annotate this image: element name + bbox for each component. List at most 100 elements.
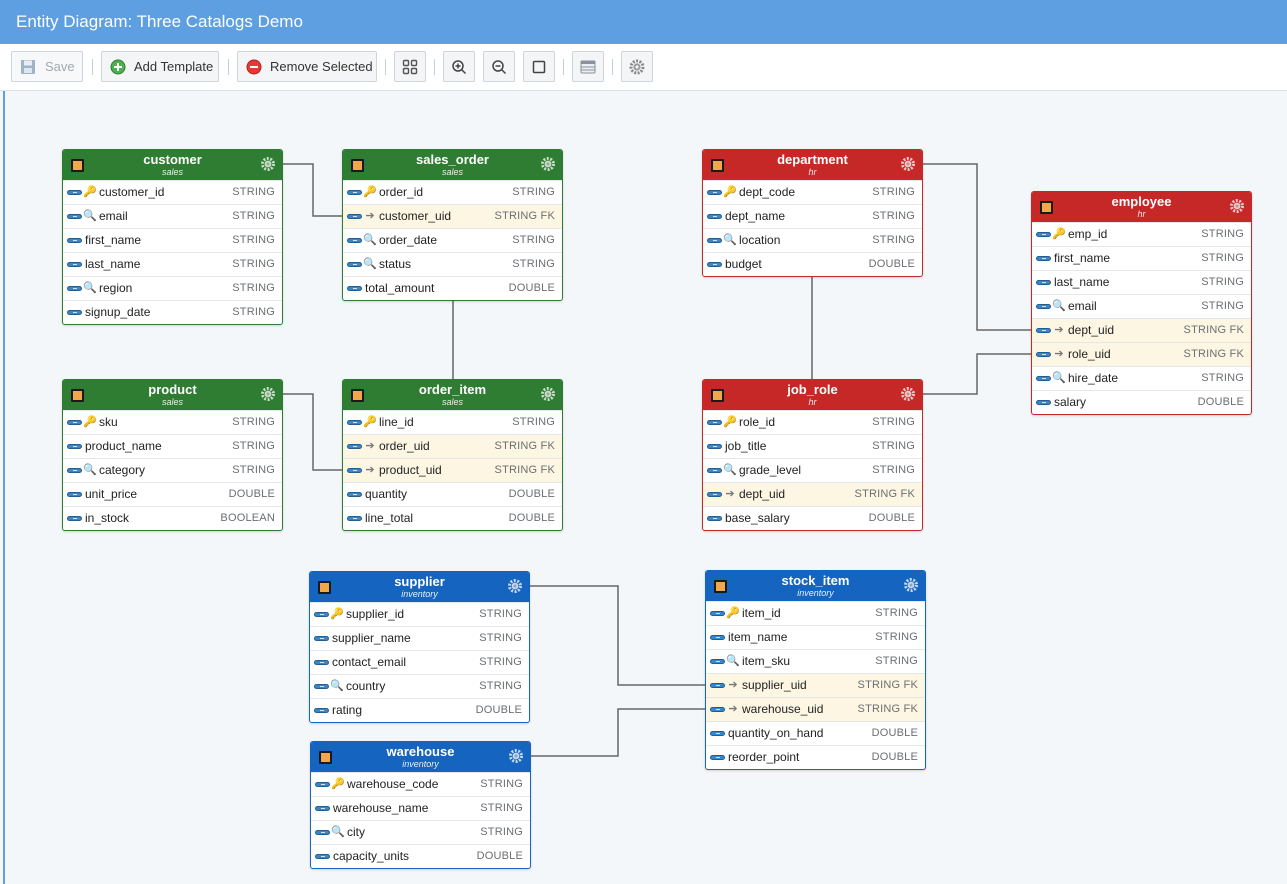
entity-header[interactable]: department hr <box>703 150 922 180</box>
connector-port-icon[interactable] <box>315 830 330 835</box>
entity-customer[interactable]: customer sales 🔑 customer_id STRING 🔍 email STR… <box>62 149 283 325</box>
connector-port-icon[interactable] <box>1036 256 1051 261</box>
field-row[interactable]: 🔍 location STRING <box>703 228 922 252</box>
field-row[interactable]: first_name STRING <box>63 228 282 252</box>
connector-port-icon[interactable] <box>1036 352 1051 357</box>
connector-port-icon[interactable] <box>67 238 82 243</box>
settings-button[interactable] <box>621 51 653 82</box>
entity-settings-gear-icon[interactable] <box>540 156 556 172</box>
connector-port-icon[interactable] <box>314 684 329 689</box>
connector-port-icon[interactable] <box>314 708 329 713</box>
connector-port-icon[interactable] <box>67 444 82 449</box>
field-row[interactable]: ➔ order_uid STRING FK <box>343 434 562 458</box>
connector-port-icon[interactable] <box>710 755 725 760</box>
field-row[interactable]: contact_email STRING <box>310 650 529 674</box>
entity-header[interactable]: warehouse inventory <box>311 742 530 772</box>
entity-header[interactable]: order_item sales <box>343 380 562 410</box>
field-row[interactable]: reorder_point DOUBLE <box>706 745 925 769</box>
field-row[interactable]: supplier_name STRING <box>310 626 529 650</box>
connector-port-icon[interactable] <box>1036 400 1051 405</box>
entity-header[interactable]: stock_item inventory <box>706 571 925 601</box>
field-row[interactable]: 🔑 customer_id STRING <box>63 180 282 204</box>
connector-port-icon[interactable] <box>707 262 722 267</box>
field-row[interactable]: 🔑 supplier_id STRING <box>310 602 529 626</box>
connector-port-icon[interactable] <box>710 659 725 664</box>
connector-port-icon[interactable] <box>347 420 362 425</box>
connector-port-icon[interactable] <box>707 190 722 195</box>
connector-port-icon[interactable] <box>707 444 722 449</box>
field-row[interactable]: 🔑 dept_code STRING <box>703 180 922 204</box>
field-row[interactable]: 🔍 region STRING <box>63 276 282 300</box>
field-row[interactable]: job_title STRING <box>703 434 922 458</box>
connector-port-icon[interactable] <box>314 636 329 641</box>
connector-port-icon[interactable] <box>315 782 330 787</box>
save-button[interactable]: Save <box>11 51 83 82</box>
field-row[interactable]: 🔑 role_id STRING <box>703 410 922 434</box>
field-row[interactable]: 🔍 grade_level STRING <box>703 458 922 482</box>
field-row[interactable]: budget DOUBLE <box>703 252 922 276</box>
entity-stock-item[interactable]: stock_item inventory 🔑 item_id STRING item_na… <box>705 570 926 770</box>
field-row[interactable]: item_name STRING <box>706 625 925 649</box>
connector-port-icon[interactable] <box>67 190 82 195</box>
entity-job-role[interactable]: job_role hr 🔑 role_id STRING job_title STRING 🔍… <box>702 379 923 531</box>
entity-header[interactable]: employee hr <box>1032 192 1251 222</box>
entity-settings-gear-icon[interactable] <box>903 577 919 593</box>
field-row[interactable]: 🔑 order_id STRING <box>343 180 562 204</box>
connector-port-icon[interactable] <box>707 214 722 219</box>
field-row[interactable]: in_stock BOOLEAN <box>63 506 282 530</box>
entity-settings-gear-icon[interactable] <box>900 386 916 402</box>
field-row[interactable]: base_salary DOUBLE <box>703 506 922 530</box>
field-row[interactable]: 🔍 status STRING <box>343 252 562 276</box>
field-row[interactable]: ➔ warehouse_uid STRING FK <box>706 697 925 721</box>
connector-port-icon[interactable] <box>315 806 330 811</box>
connector-port-icon[interactable] <box>314 612 329 617</box>
field-row[interactable]: ➔ role_uid STRING FK <box>1032 342 1251 366</box>
connector-port-icon[interactable] <box>347 444 362 449</box>
connector-port-icon[interactable] <box>707 492 722 497</box>
field-row[interactable]: last_name STRING <box>63 252 282 276</box>
connector-port-icon[interactable] <box>347 214 362 219</box>
field-row[interactable]: first_name STRING <box>1032 246 1251 270</box>
connector-port-icon[interactable] <box>67 286 82 291</box>
field-row[interactable]: 🔑 item_id STRING <box>706 601 925 625</box>
connector-port-icon[interactable] <box>1036 328 1051 333</box>
entity-supplier[interactable]: supplier inventory 🔑 supplier_id STRING suppl… <box>309 571 530 723</box>
entity-settings-gear-icon[interactable] <box>507 578 523 594</box>
connector-port-icon[interactable] <box>707 238 722 243</box>
field-row[interactable]: 🔑 sku STRING <box>63 410 282 434</box>
connector-port-icon[interactable] <box>347 262 362 267</box>
field-row[interactable]: 🔍 city STRING <box>311 820 530 844</box>
field-row[interactable]: ➔ dept_uid STRING FK <box>703 482 922 506</box>
remove-selected-button[interactable]: Remove Selected <box>237 51 377 82</box>
connector-port-icon[interactable] <box>707 516 722 521</box>
entity-header[interactable]: job_role hr <box>703 380 922 410</box>
connector-port-icon[interactable] <box>67 468 82 473</box>
field-row[interactable]: signup_date STRING <box>63 300 282 324</box>
table-view-button[interactable] <box>572 51 604 82</box>
auto-layout-button[interactable] <box>394 51 426 82</box>
connector-port-icon[interactable] <box>347 492 362 497</box>
field-row[interactable]: 🔍 country STRING <box>310 674 529 698</box>
field-row[interactable]: salary DOUBLE <box>1032 390 1251 414</box>
field-row[interactable]: 🔍 email STRING <box>1032 294 1251 318</box>
connector-port-icon[interactable] <box>67 516 82 521</box>
zoom-in-button[interactable] <box>443 51 475 82</box>
fit-to-screen-button[interactable] <box>523 51 555 82</box>
entity-header[interactable]: customer sales <box>63 150 282 180</box>
entity-order-item[interactable]: order_item sales 🔑 line_id STRING ➔ order_uid S… <box>342 379 563 531</box>
field-row[interactable]: dept_name STRING <box>703 204 922 228</box>
field-row[interactable]: ➔ dept_uid STRING FK <box>1032 318 1251 342</box>
entity-employee[interactable]: employee hr 🔑 emp_id STRING first_name STRING l… <box>1031 191 1252 415</box>
entity-settings-gear-icon[interactable] <box>260 386 276 402</box>
connector-port-icon[interactable] <box>347 516 362 521</box>
connector-port-icon[interactable] <box>710 707 725 712</box>
connector-port-icon[interactable] <box>710 611 725 616</box>
entity-department[interactable]: department hr 🔑 dept_code STRING dept_name STR… <box>702 149 923 277</box>
field-row[interactable]: warehouse_name STRING <box>311 796 530 820</box>
connector-port-icon[interactable] <box>347 468 362 473</box>
connector-port-icon[interactable] <box>67 214 82 219</box>
entity-header[interactable]: sales_order sales <box>343 150 562 180</box>
entity-header[interactable]: supplier inventory <box>310 572 529 602</box>
field-row[interactable]: capacity_units DOUBLE <box>311 844 530 868</box>
field-row[interactable]: rating DOUBLE <box>310 698 529 722</box>
